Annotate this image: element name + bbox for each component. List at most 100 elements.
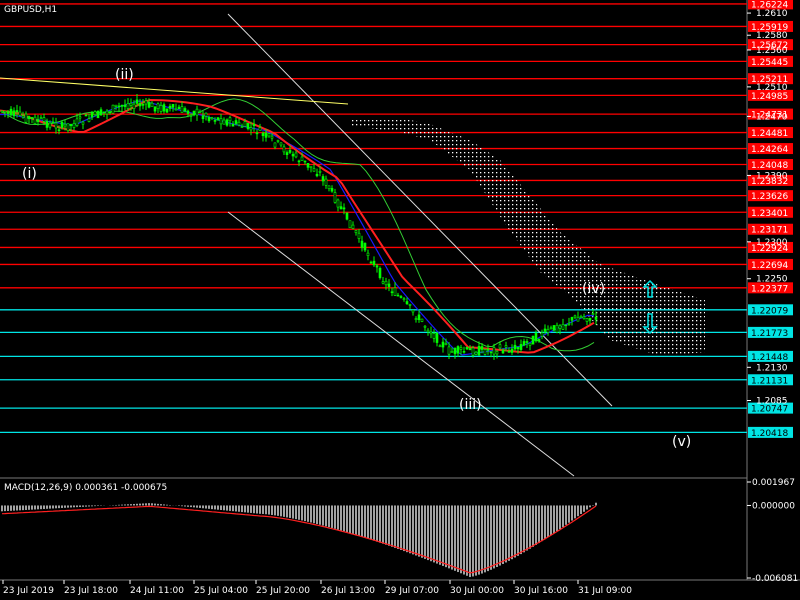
candle-body [495, 351, 499, 355]
candle-body [150, 102, 154, 107]
candle-body [75, 118, 79, 126]
candle-body [291, 153, 295, 157]
candle-body [213, 120, 217, 122]
candle-body [183, 108, 187, 112]
time-tick-label: 25 Jul 20:00 [256, 586, 310, 596]
candle-body [381, 281, 385, 284]
red-level-label: 1.23626 [751, 192, 788, 202]
candle-body [0, 110, 4, 113]
candle-body [78, 116, 82, 119]
time-tick-label: 29 Jul 07:00 [385, 586, 439, 596]
candle-body [219, 118, 223, 125]
candle-body [198, 111, 202, 113]
candle-body [90, 112, 94, 118]
candle-body [270, 135, 274, 139]
candle-body [72, 123, 76, 128]
candle-body [282, 146, 286, 153]
price-tick-label: 1.2580 [756, 31, 788, 41]
candle-body [576, 316, 580, 322]
candle-body [468, 348, 472, 351]
candle-body [147, 101, 151, 108]
candle-body [489, 351, 493, 354]
candle-body [591, 313, 595, 316]
candle-body [273, 142, 277, 148]
candle-body [540, 332, 544, 337]
candle-body [405, 301, 409, 305]
candle-body [579, 315, 583, 318]
candle-body [240, 126, 244, 128]
candle-body [435, 332, 439, 343]
price-tick-label: 1.2250 [756, 275, 788, 285]
candle-body [324, 178, 328, 186]
candle-body [45, 120, 49, 128]
candle-body [537, 338, 541, 342]
macd-tick-label: 0.001967 [752, 478, 795, 488]
candle-body [420, 318, 424, 322]
candle-body [27, 116, 31, 119]
candle-body [459, 347, 463, 350]
candle-body [360, 240, 364, 248]
candle-body [267, 133, 271, 137]
candle-body [498, 344, 502, 349]
candle-body [201, 115, 205, 120]
candle-body [96, 110, 100, 119]
candle-body [546, 329, 550, 333]
candle-body [522, 341, 526, 346]
candle-body [243, 121, 247, 127]
candle-body [207, 117, 211, 122]
candle-body [396, 294, 400, 297]
candle-body [456, 346, 460, 354]
candle-body [111, 104, 115, 114]
candle-body [228, 117, 232, 122]
candle-body [534, 332, 538, 342]
candle-body [138, 103, 142, 107]
candle-body [390, 291, 394, 294]
candle-body [135, 99, 139, 104]
candle-body [357, 232, 361, 239]
candle-body [231, 123, 235, 127]
price-tick-label: 1.2610 [756, 9, 788, 19]
price-chart[interactable]: 1.262241.259191.256721.254451.252111.249… [0, 0, 800, 600]
candle-body [342, 207, 346, 210]
candle-body [237, 121, 241, 126]
price-tick-label: 1.2470 [756, 112, 788, 122]
candle-body [81, 121, 85, 125]
candle-body [567, 323, 571, 325]
candle-body [102, 111, 106, 114]
candle-body [153, 106, 157, 112]
red-level-label: 1.22377 [751, 284, 788, 294]
candle-body [15, 110, 19, 113]
candle-body [18, 111, 22, 116]
candle-body [165, 108, 169, 113]
candle-body [297, 160, 301, 163]
candle-body [36, 119, 40, 122]
candle-body [33, 116, 37, 124]
candle-body [162, 104, 166, 112]
candle-body [57, 129, 61, 132]
macd-tick-label: 0.000000 [752, 501, 795, 511]
candle-body [594, 316, 598, 320]
candle-body [6, 111, 10, 114]
candle-body [492, 347, 496, 355]
red-level-label: 1.24264 [751, 145, 788, 155]
candle-body [195, 108, 199, 116]
candle-body [417, 314, 421, 320]
candle-body [99, 109, 103, 116]
candle-body [105, 110, 109, 115]
candle-body [462, 351, 466, 353]
candle-body [480, 346, 484, 350]
candle-body [69, 123, 73, 127]
candle-body [474, 351, 478, 355]
candle-body [402, 298, 406, 300]
candle-body [87, 118, 91, 122]
candle-body [93, 111, 97, 115]
candle-body [246, 123, 250, 129]
candle-body [285, 152, 289, 155]
time-tick-label: 30 Jul 16:00 [514, 586, 568, 596]
cyan-level-label: 1.21773 [751, 329, 788, 339]
time-tick-label: 26 Jul 13:00 [321, 586, 375, 596]
red-level-label: 1.23401 [751, 209, 788, 219]
candle-body [588, 317, 592, 321]
candle-body [450, 351, 454, 353]
candle-body [117, 105, 121, 108]
